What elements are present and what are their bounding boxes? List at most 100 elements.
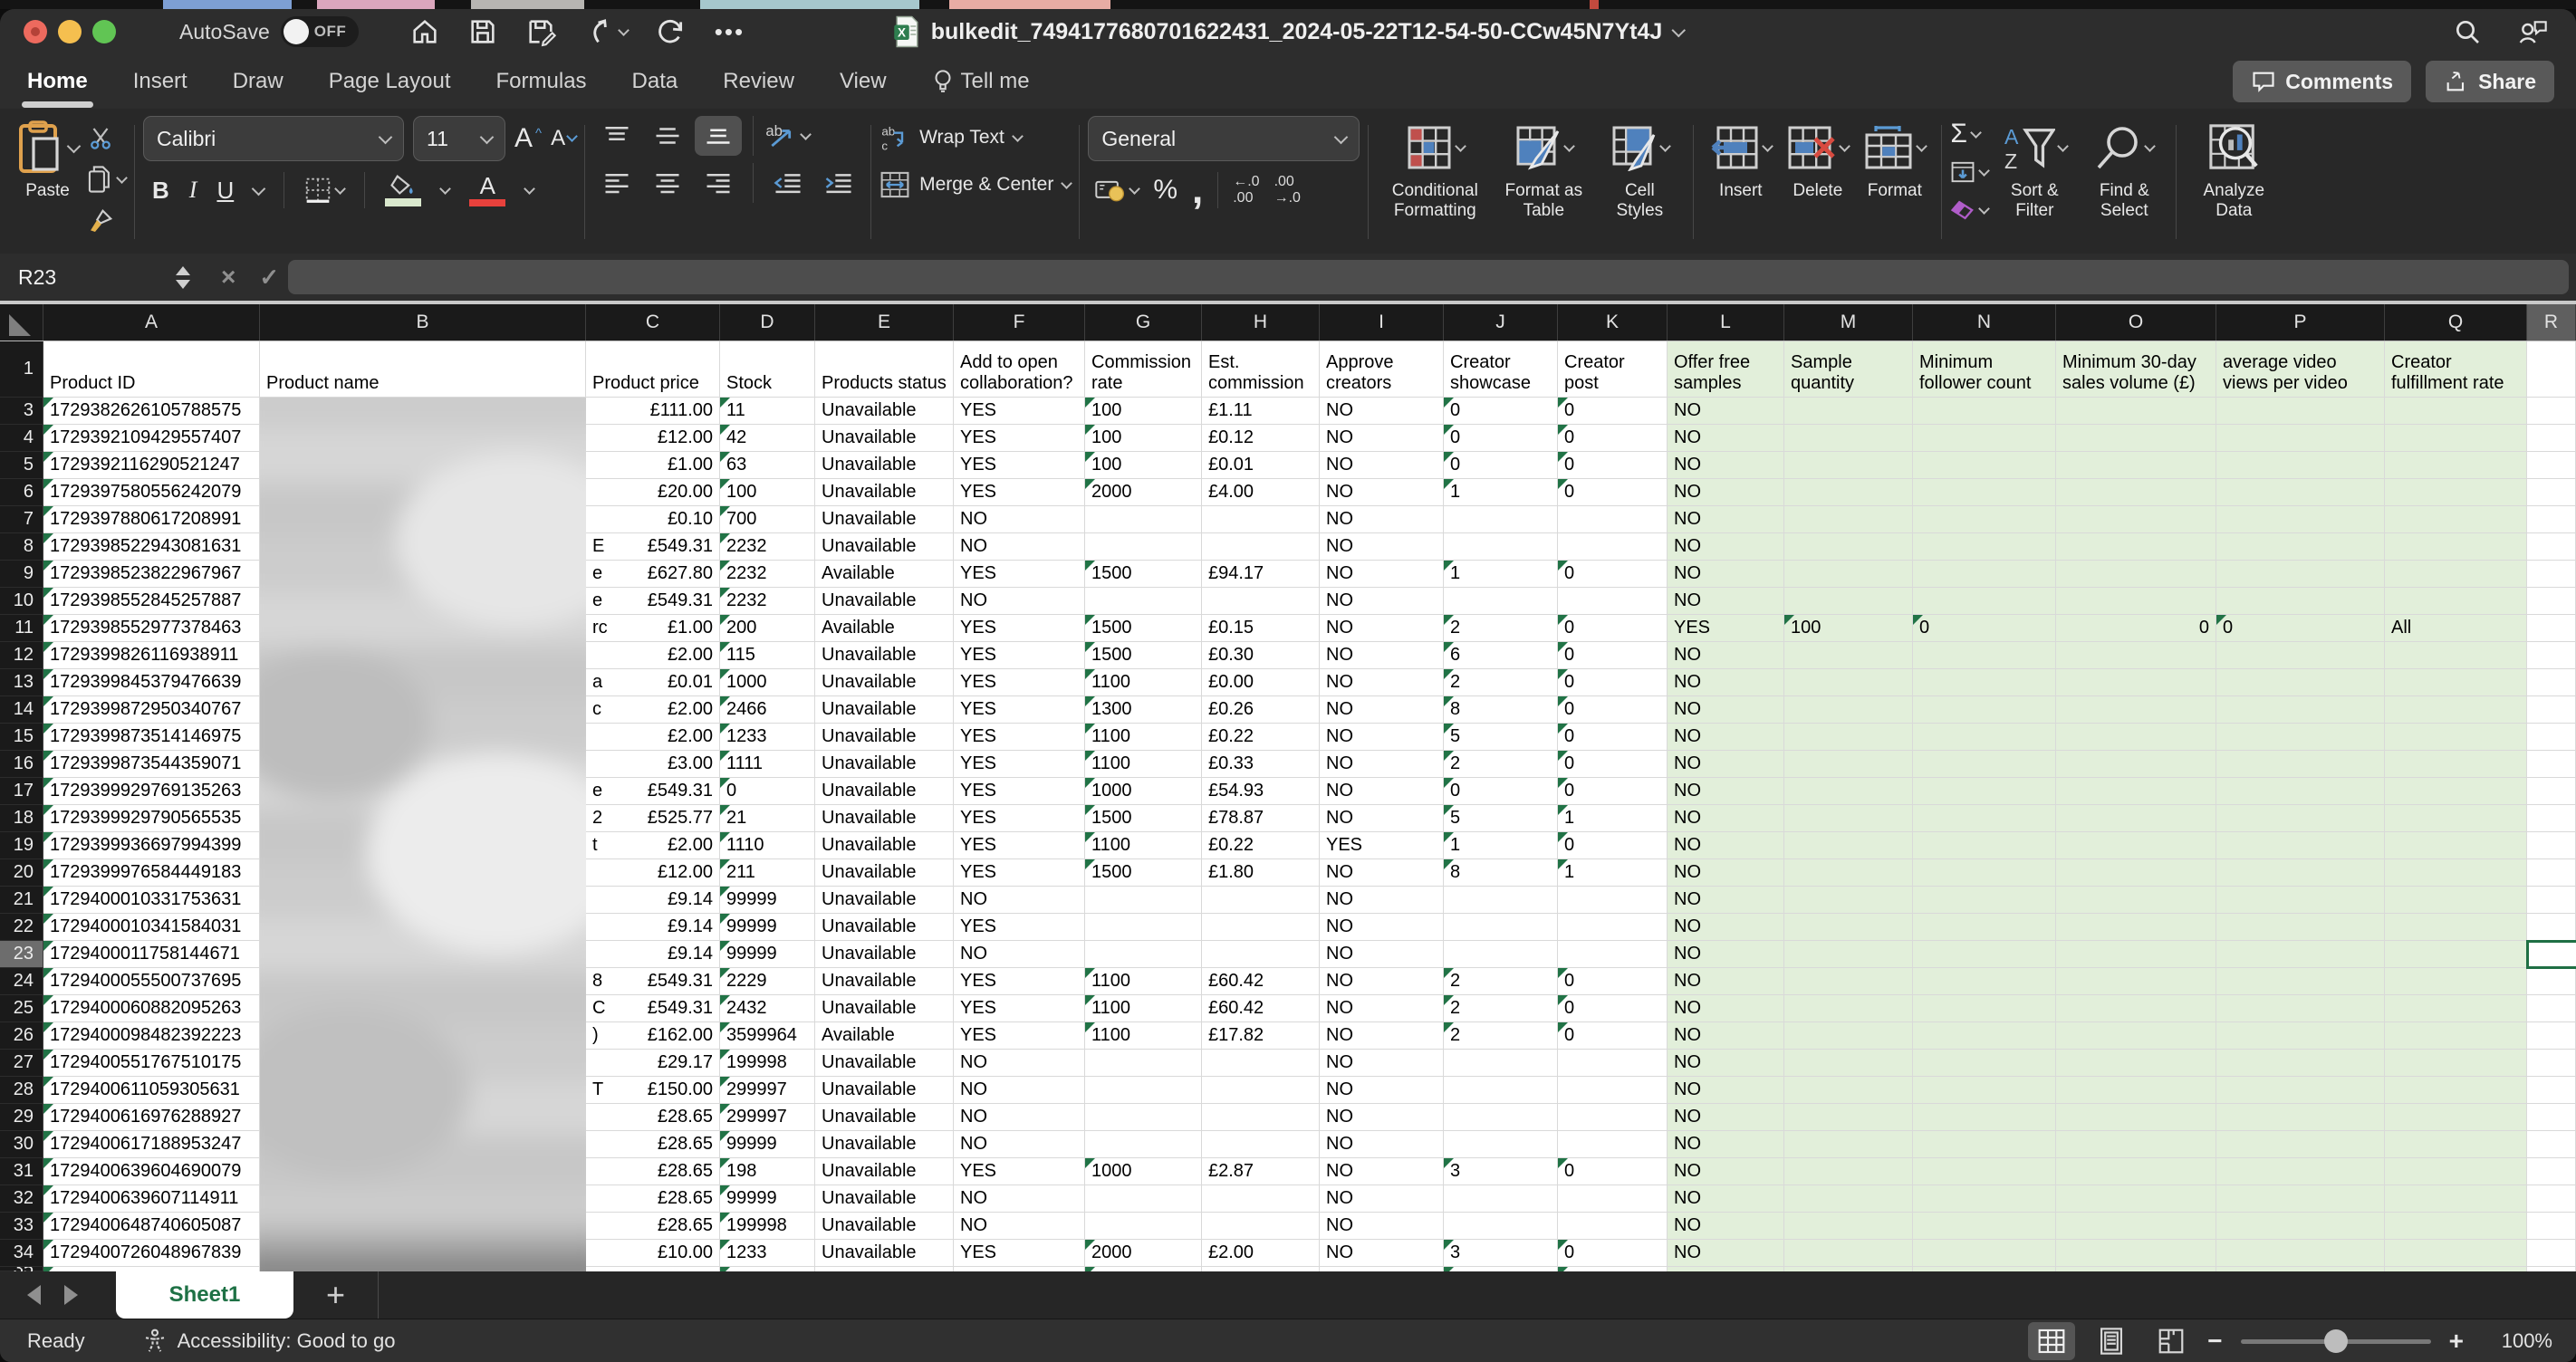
cell-G32[interactable] <box>1085 1185 1202 1213</box>
cell-K16[interactable]: 0 <box>1558 751 1668 778</box>
cell-D5[interactable]: 63 <box>720 452 815 479</box>
align-left-button[interactable] <box>593 163 640 203</box>
cell-K17[interactable]: 0 <box>1558 778 1668 805</box>
cell-K30[interactable] <box>1558 1131 1668 1158</box>
cell-N17[interactable] <box>1913 778 2056 805</box>
row-header-26[interactable]: 26 <box>0 1022 43 1050</box>
cell-E6[interactable]: Unavailable <box>815 479 954 506</box>
cell-Q15[interactable] <box>2385 724 2527 751</box>
row-header-34[interactable]: 34 <box>0 1240 43 1267</box>
cell-H17[interactable]: £54.93 <box>1202 778 1320 805</box>
cell-A33[interactable]: 1729400648740605087 <box>43 1213 260 1240</box>
cell-F4[interactable]: YES <box>954 425 1085 452</box>
cell-D1[interactable]: Stock <box>720 341 815 398</box>
column-header-P[interactable]: P <box>2216 304 2385 340</box>
cell-Q18[interactable] <box>2385 805 2527 832</box>
cell-G8[interactable] <box>1085 533 1202 561</box>
cell-O23[interactable] <box>2056 941 2216 968</box>
cell-P14[interactable] <box>2216 696 2385 724</box>
cell-R22[interactable] <box>2527 914 2576 941</box>
cell-G5[interactable]: 100 <box>1085 452 1202 479</box>
cell-P18[interactable] <box>2216 805 2385 832</box>
cell-I16[interactable]: NO <box>1320 751 1444 778</box>
cell-G10[interactable] <box>1085 588 1202 615</box>
cell-J18[interactable]: 5 <box>1444 805 1558 832</box>
cell-L33[interactable]: NO <box>1668 1213 1784 1240</box>
cell-K12[interactable]: 0 <box>1558 642 1668 669</box>
cell-P16[interactable] <box>2216 751 2385 778</box>
cell-G9[interactable]: 1500 <box>1085 561 1202 588</box>
cell-C17[interactable]: e £549.31 <box>586 778 720 805</box>
cell-C13[interactable]: a £0.01 <box>586 669 720 696</box>
cell-E29[interactable]: Unavailable <box>815 1104 954 1131</box>
cell-O32[interactable] <box>2056 1185 2216 1213</box>
cell-J7[interactable] <box>1444 506 1558 533</box>
column-header-C[interactable]: C <box>586 304 720 340</box>
redo-icon[interactable] <box>655 16 687 47</box>
borders-button[interactable] <box>304 174 347 206</box>
cell-Q25[interactable] <box>2385 995 2527 1022</box>
cell-C31[interactable]: £28.65 <box>586 1158 720 1185</box>
cell-C24[interactable]: 8 £549.31 <box>586 968 720 995</box>
column-header-K[interactable]: K <box>1558 304 1668 340</box>
cell-H9[interactable]: £94.17 <box>1202 561 1320 588</box>
cell-E32[interactable]: Unavailable <box>815 1185 954 1213</box>
cell-F8[interactable]: NO <box>954 533 1085 561</box>
cell-Q27[interactable] <box>2385 1050 2527 1077</box>
cell-Q32[interactable] <box>2385 1185 2527 1213</box>
cell-M19[interactable] <box>1784 832 1913 859</box>
cell-A15[interactable]: 1729399873514146975 <box>43 724 260 751</box>
column-header-R[interactable]: R <box>2527 304 2576 340</box>
cell-I4[interactable]: NO <box>1320 425 1444 452</box>
cell-H13[interactable]: £0.00 <box>1202 669 1320 696</box>
cell-A12[interactable]: 1729399826116938911 <box>43 642 260 669</box>
cell-A27[interactable]: 1729400551767510175 <box>43 1050 260 1077</box>
cell-O27[interactable] <box>2056 1050 2216 1077</box>
minimize-window-button[interactable] <box>58 20 82 43</box>
cell-E7[interactable]: Unavailable <box>815 506 954 533</box>
cell-J15[interactable]: 5 <box>1444 724 1558 751</box>
cell-P21[interactable] <box>2216 887 2385 914</box>
cell-G27[interactable] <box>1085 1050 1202 1077</box>
cell-A14[interactable]: 1729399872950340767 <box>43 696 260 724</box>
cell-M30[interactable] <box>1784 1131 1913 1158</box>
cell-K19[interactable]: 0 <box>1558 832 1668 859</box>
cell-K5[interactable]: 0 <box>1558 452 1668 479</box>
cell-E34[interactable]: Unavailable <box>815 1240 954 1267</box>
cell-K8[interactable] <box>1558 533 1668 561</box>
cell-L12[interactable]: NO <box>1668 642 1784 669</box>
cell-A13[interactable]: 1729399845379476639 <box>43 669 260 696</box>
cell-M12[interactable] <box>1784 642 1913 669</box>
cell-Q34[interactable] <box>2385 1240 2527 1267</box>
cell-R28[interactable] <box>2527 1077 2576 1104</box>
cell-P30[interactable] <box>2216 1131 2385 1158</box>
column-header-N[interactable]: N <box>1913 304 2056 340</box>
cell-J22[interactable] <box>1444 914 1558 941</box>
cell-L16[interactable]: NO <box>1668 751 1784 778</box>
fill-color-button[interactable] <box>385 174 422 206</box>
format-painter-button[interactable] <box>86 205 126 237</box>
cell-R6[interactable] <box>2527 479 2576 506</box>
chevron-down-icon[interactable] <box>524 182 536 195</box>
cell-P20[interactable] <box>2216 859 2385 887</box>
cell-O31[interactable] <box>2056 1158 2216 1185</box>
cell-L27[interactable]: NO <box>1668 1050 1784 1077</box>
tab-page-layout[interactable]: Page Layout <box>327 56 453 107</box>
cell-C19[interactable]: t £2.00 <box>586 832 720 859</box>
cell-G1[interactable]: Commission rate <box>1085 341 1202 398</box>
cell-F29[interactable]: NO <box>954 1104 1085 1131</box>
row-header-32[interactable]: 32 <box>0 1185 43 1213</box>
cell-M31[interactable] <box>1784 1158 1913 1185</box>
cell-I25[interactable]: NO <box>1320 995 1444 1022</box>
copy-button[interactable] <box>86 163 128 196</box>
row-header-24[interactable]: 24 <box>0 968 43 995</box>
cell-D25[interactable]: 2432 <box>720 995 815 1022</box>
cell-H34[interactable]: £2.00 <box>1202 1240 1320 1267</box>
cell-I10[interactable]: NO <box>1320 588 1444 615</box>
name-box[interactable]: R23 <box>0 265 154 290</box>
align-middle-button[interactable] <box>644 116 691 156</box>
cell-H33[interactable] <box>1202 1213 1320 1240</box>
cell-R3[interactable] <box>2527 398 2576 425</box>
chevron-down-icon[interactable] <box>439 182 452 195</box>
cell-Q21[interactable] <box>2385 887 2527 914</box>
